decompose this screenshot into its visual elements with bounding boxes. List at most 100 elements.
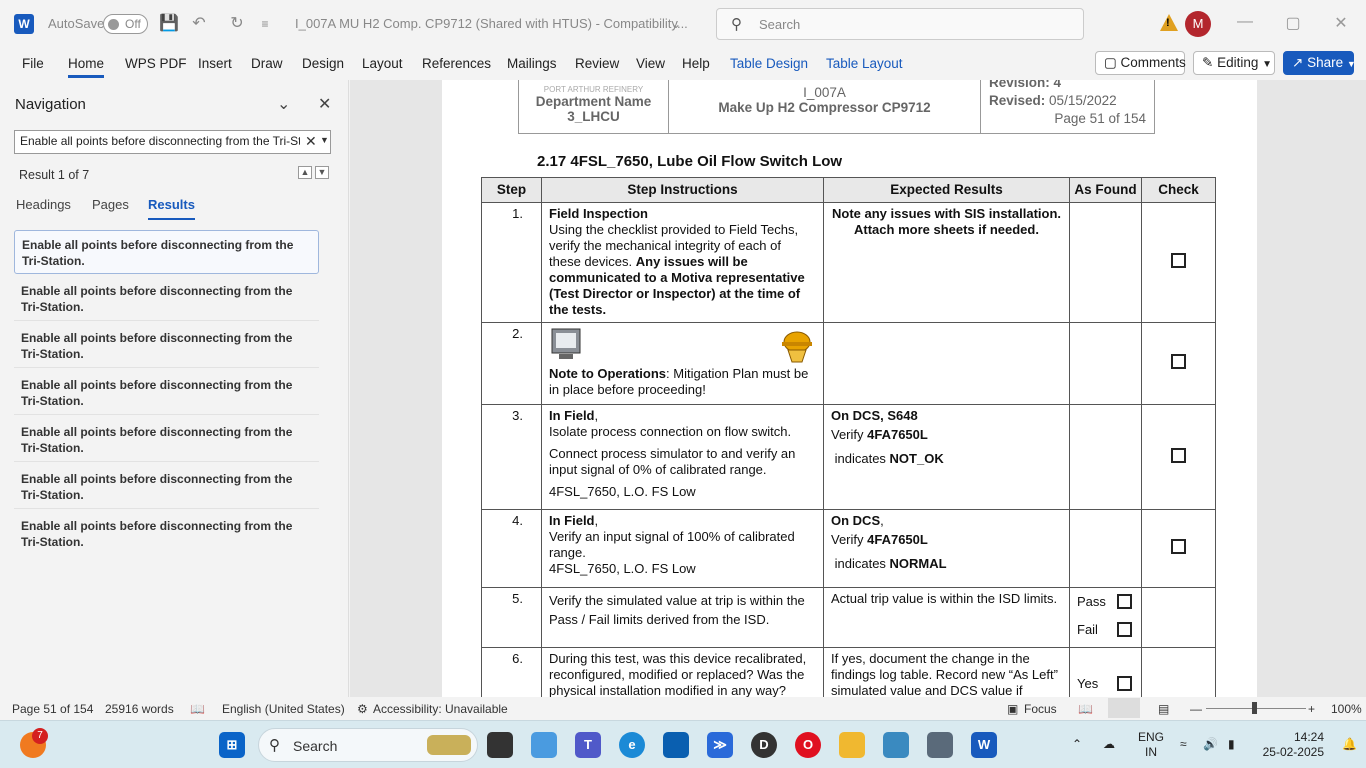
- minimize-icon[interactable]: —: [1230, 13, 1260, 31]
- as-found-cell[interactable]: [1069, 509, 1142, 588]
- zoom-level[interactable]: 100%: [1331, 702, 1362, 716]
- file-explorer-icon[interactable]: [839, 732, 865, 758]
- web-layout-icon[interactable]: ▤: [1158, 702, 1169, 716]
- vscode-icon[interactable]: ≫: [707, 732, 733, 758]
- teams-icon[interactable]: T: [575, 732, 601, 758]
- save-icon[interactable]: 💾: [158, 13, 180, 35]
- step-instructions[interactable]: During this test, was this device recali…: [541, 647, 824, 697]
- check-cell[interactable]: [1141, 404, 1216, 510]
- expected-result[interactable]: On DCS, Verify 4FA7650L indicates NORMAL: [823, 509, 1070, 588]
- copilot-icon[interactable]: [531, 732, 557, 758]
- avatar[interactable]: M: [1185, 11, 1211, 37]
- wifi-icon[interactable]: ≈: [1180, 737, 1187, 751]
- step-instructions[interactable]: Note to Operations: Mitigation Plan must…: [541, 322, 824, 405]
- check-cell[interactable]: [1141, 202, 1216, 323]
- expected-result[interactable]: [823, 322, 1070, 405]
- battery-icon[interactable]: ▮: [1228, 737, 1235, 751]
- volume-icon[interactable]: 🔊: [1203, 737, 1218, 751]
- tab-table-design[interactable]: Table Design: [730, 56, 808, 71]
- fail-checkbox[interactable]: [1117, 622, 1132, 637]
- tab-pages[interactable]: Pages: [92, 197, 129, 212]
- tab-file[interactable]: File: [22, 56, 44, 71]
- search-result-item[interactable]: Enable all points before disconnecting f…: [14, 418, 319, 462]
- step-instructions[interactable]: In Field, Isolate process connection on …: [541, 404, 824, 510]
- people-app-icon[interactable]: [883, 732, 909, 758]
- undo-icon[interactable]: ↶: [188, 13, 210, 35]
- as-found-cell[interactable]: [1069, 322, 1142, 405]
- search-result-item[interactable]: Enable all points before disconnecting f…: [14, 277, 319, 321]
- accessibility-status[interactable]: Accessibility: Unavailable: [373, 702, 508, 716]
- task-view-icon[interactable]: [487, 732, 513, 758]
- editing-button[interactable]: ✎ Editing ▼: [1193, 51, 1275, 75]
- tab-references[interactable]: References: [422, 56, 491, 71]
- onedrive-icon[interactable]: ☁: [1103, 737, 1115, 751]
- check-cell[interactable]: [1141, 587, 1216, 648]
- as-found-cell[interactable]: Yes: [1069, 647, 1142, 697]
- search-result-item[interactable]: Enable all points before disconnecting f…: [14, 512, 319, 556]
- expected-result[interactable]: If yes, document the change in the findi…: [823, 647, 1070, 697]
- close-icon[interactable]: ✕: [318, 94, 331, 114]
- clear-search-icon[interactable]: ✕: [305, 133, 317, 150]
- previous-result-icon[interactable]: ▲: [298, 166, 312, 179]
- tab-review[interactable]: Review: [575, 56, 619, 71]
- close-icon[interactable]: ✕: [1326, 13, 1356, 33]
- expected-result[interactable]: Actual trip value is within the ISD limi…: [823, 587, 1070, 648]
- search-result-item[interactable]: Enable all points before disconnecting f…: [14, 230, 319, 274]
- proofing-icon[interactable]: 📖: [190, 702, 205, 716]
- check-cell[interactable]: [1141, 322, 1216, 405]
- tab-layout[interactable]: Layout: [362, 56, 403, 71]
- search-box[interactable]: ⚲ Search: [716, 8, 1084, 40]
- document-title[interactable]: I_007A MU H2 Comp. CP9712 (Shared with H…: [295, 16, 688, 31]
- taskbar-search[interactable]: ⚲ Search: [258, 728, 478, 762]
- table-row[interactable]: 5. Verify the simulated value at trip is…: [481, 587, 1216, 648]
- tab-mailings[interactable]: Mailings: [507, 56, 557, 71]
- next-result-icon[interactable]: ▼: [315, 166, 329, 179]
- checkbox[interactable]: [1171, 354, 1186, 369]
- chevron-up-icon[interactable]: ⌃: [1072, 737, 1082, 751]
- word-taskbar-icon[interactable]: W: [971, 732, 997, 758]
- tab-home[interactable]: Home: [68, 56, 105, 78]
- document-page[interactable]: PORT ARTHUR REFINERY Department Name 3_L…: [442, 80, 1257, 697]
- check-cell[interactable]: [1141, 647, 1216, 697]
- customize-toolbar-icon[interactable]: ≡: [254, 13, 276, 35]
- tab-results[interactable]: Results: [148, 197, 195, 220]
- checkbox[interactable]: [1171, 447, 1186, 463]
- table-row[interactable]: 6. During this test, was this device rec…: [481, 647, 1216, 697]
- focus-button[interactable]: Focus: [1024, 702, 1057, 716]
- zoom-out-icon[interactable]: —: [1190, 702, 1202, 716]
- table-row[interactable]: 3. In Field, Isolate process connection …: [481, 404, 1216, 510]
- check-cell[interactable]: [1141, 509, 1216, 588]
- read-mode-icon[interactable]: 📖: [1078, 702, 1093, 716]
- table-row[interactable]: 1. Field Inspection Using the checklist …: [481, 202, 1216, 323]
- tab-insert[interactable]: Insert: [198, 56, 232, 71]
- nav-search-input[interactable]: [20, 134, 300, 148]
- chevron-down-icon[interactable]: ▼: [320, 135, 329, 145]
- search-result-item[interactable]: Enable all points before disconnecting f…: [14, 465, 319, 509]
- yes-checkbox[interactable]: [1117, 676, 1132, 691]
- step-instructions[interactable]: Verify the simulated value at trip is wi…: [541, 587, 824, 648]
- language-indicator[interactable]: English (United States): [222, 702, 345, 716]
- document-area[interactable]: PORT ARTHUR REFINERY Department Name 3_L…: [350, 80, 1366, 697]
- comments-button[interactable]: ▢ Comments: [1095, 51, 1186, 75]
- dell-icon[interactable]: D: [751, 732, 777, 758]
- edge-icon[interactable]: e: [619, 732, 645, 758]
- chevron-down-icon[interactable]: ⌄: [277, 94, 290, 114]
- procedure-table[interactable]: Step Step Instructions Expected Results …: [481, 177, 1216, 697]
- nav-search-box[interactable]: ✕ ▼: [14, 130, 331, 154]
- table-row[interactable]: 4. In Field, Verify an input signal of 1…: [481, 509, 1216, 588]
- expected-result[interactable]: Note any issues with SIS installation. A…: [823, 202, 1070, 323]
- as-found-cell[interactable]: [1069, 404, 1142, 510]
- pass-checkbox[interactable]: [1117, 594, 1132, 609]
- warning-icon[interactable]: !: [1160, 14, 1178, 31]
- tab-wps-pdf[interactable]: WPS PDF: [125, 56, 187, 71]
- tab-view[interactable]: View: [636, 56, 665, 71]
- tab-help[interactable]: Help: [682, 56, 710, 71]
- page-indicator[interactable]: Page 51 of 154: [12, 702, 93, 716]
- tab-draw[interactable]: Draw: [251, 56, 283, 71]
- opera-icon[interactable]: O: [795, 732, 821, 758]
- expected-result[interactable]: On DCS, S648 Verify 4FA7650L indicates N…: [823, 404, 1070, 510]
- zoom-in-icon[interactable]: +: [1308, 702, 1315, 716]
- search-result-item[interactable]: Enable all points before disconnecting f…: [14, 324, 319, 368]
- tab-headings[interactable]: Headings: [16, 197, 71, 212]
- as-found-cell[interactable]: [1069, 202, 1142, 323]
